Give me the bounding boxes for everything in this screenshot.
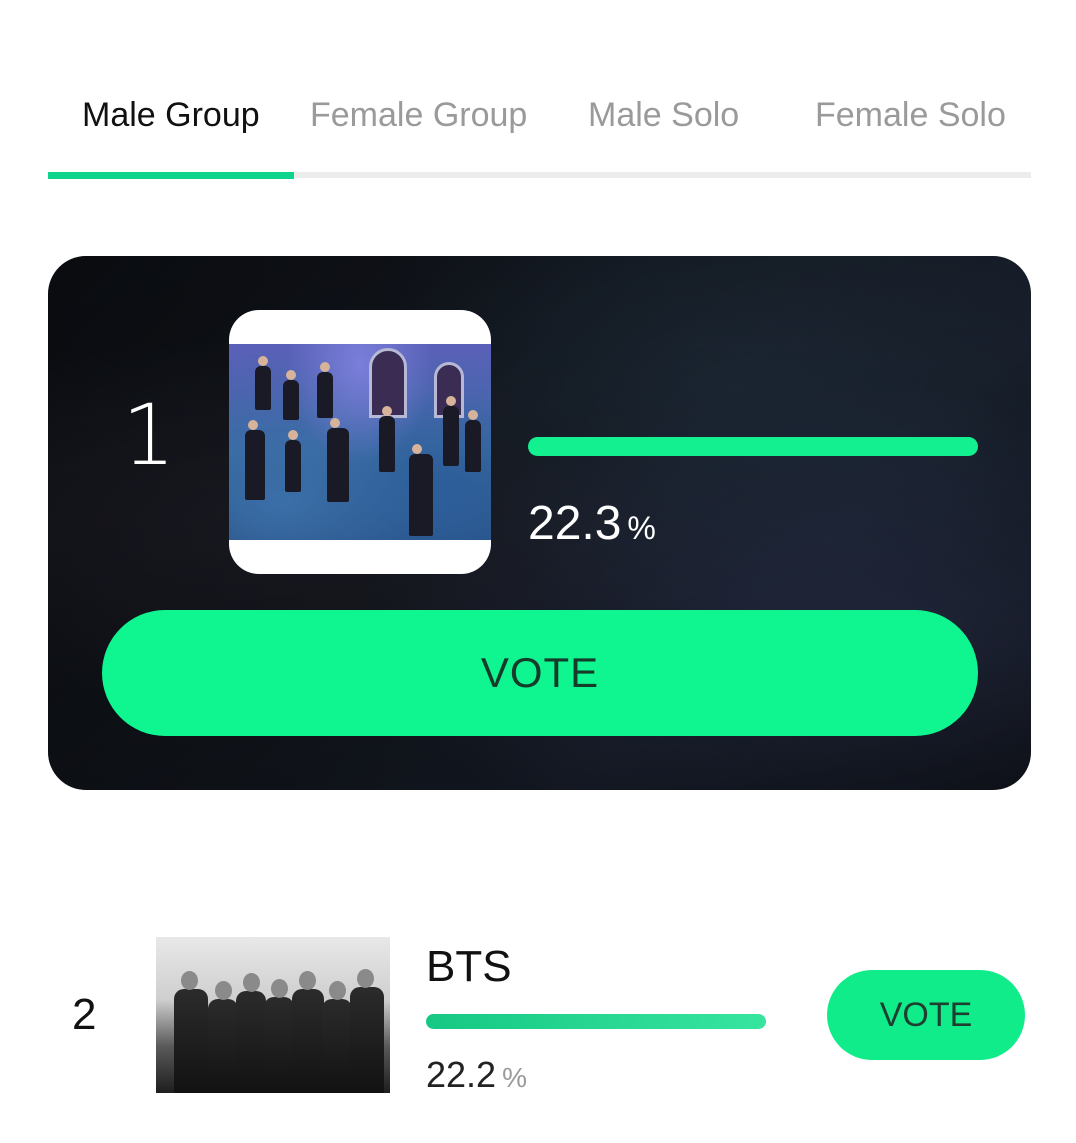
photo-figure xyxy=(236,973,266,1093)
rank-number: 2 xyxy=(72,990,97,1039)
tab-female-group[interactable]: Female Group xyxy=(310,96,527,135)
photo-figure xyxy=(409,444,433,536)
percent-unit: % xyxy=(627,510,656,546)
tab-male-solo[interactable]: Male Solo xyxy=(588,96,739,135)
vote-button[interactable]: VOTE xyxy=(102,610,978,736)
photo-figure xyxy=(208,981,238,1093)
vote-percentage: 22.2% xyxy=(426,1054,527,1096)
vote-button[interactable]: VOTE xyxy=(827,970,1025,1060)
group-photo-bw xyxy=(156,937,390,1093)
photo-figure xyxy=(317,362,333,418)
category-tabs: Male Group Female Group Male Solo Female… xyxy=(48,88,1031,180)
photo-figure xyxy=(292,971,324,1093)
photo-figure xyxy=(255,356,271,410)
photo-figure xyxy=(322,981,352,1093)
top-ranked-card: 1 22.3% VOTE xyxy=(48,256,1031,790)
rank-number: 1 xyxy=(122,386,176,484)
artist-name: BTS xyxy=(426,942,512,991)
percent-value: 22.3 xyxy=(528,497,622,550)
tab-male-group[interactable]: Male Group xyxy=(82,96,260,135)
photo-figure xyxy=(327,418,349,502)
percent-unit: % xyxy=(502,1062,527,1093)
photo-figure xyxy=(350,969,384,1093)
vote-progress-bar xyxy=(528,437,978,456)
ranking-row: 2 BTS 22.2% VOTE xyxy=(48,930,1031,1100)
photo-figure xyxy=(285,430,301,492)
group-photo xyxy=(229,344,491,540)
photo-figure xyxy=(283,370,299,420)
vote-ranking-page: Male Group Female Group Male Solo Female… xyxy=(0,0,1076,1143)
photo-figure xyxy=(264,979,294,1093)
photo-figure xyxy=(465,410,481,472)
vote-progress-bar xyxy=(426,1014,766,1029)
vote-percentage: 22.3% xyxy=(528,496,656,551)
photo-figure xyxy=(245,420,265,500)
photo-figure xyxy=(174,971,208,1093)
artist-photo-frame xyxy=(229,310,491,574)
photo-figure xyxy=(443,396,459,466)
photo-figure xyxy=(379,406,395,472)
tab-female-solo[interactable]: Female Solo xyxy=(815,96,1006,135)
active-tab-indicator xyxy=(48,172,294,179)
percent-value: 22.2 xyxy=(426,1054,497,1095)
